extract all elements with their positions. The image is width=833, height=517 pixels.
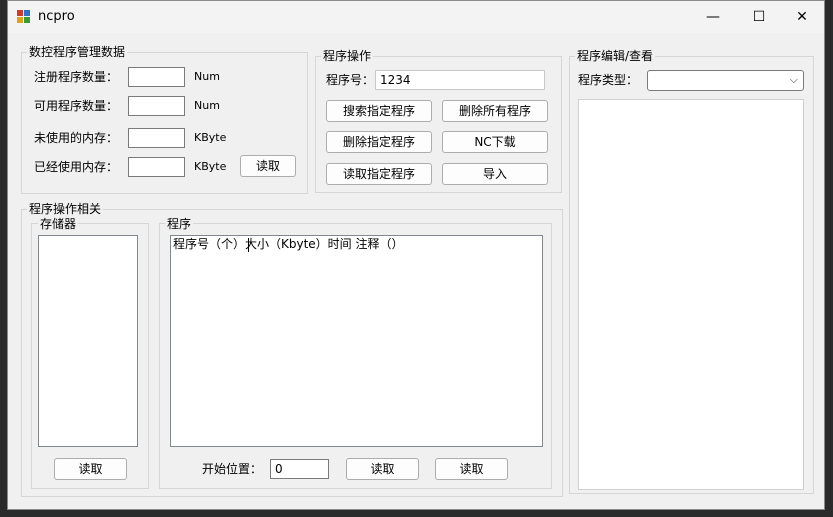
program-number-field[interactable]: 1234 — [375, 70, 545, 90]
used-memory-field[interactable] — [128, 157, 185, 177]
start-position-field[interactable]: 0 — [270, 459, 329, 479]
maximize-icon: ☐ — [752, 9, 766, 25]
program-number-label: 程序号： — [326, 73, 375, 87]
minimize-icon: — — [706, 9, 720, 25]
window-title: ncpro — [38, 9, 75, 24]
storage-group-title: 存储器 — [38, 217, 79, 231]
delete-program-button[interactable]: 删除指定程序 — [326, 131, 432, 153]
program-type-select[interactable]: ⌵ — [647, 70, 804, 91]
close-icon: ✕ — [796, 9, 808, 25]
minimize-button[interactable]: — — [690, 1, 736, 33]
program-group-title: 程序 — [165, 217, 194, 231]
app-icon — [17, 10, 31, 24]
registered-count-unit: Num — [194, 70, 220, 83]
text-cursor — [248, 238, 249, 252]
editor-group-title: 程序编辑/查看 — [575, 49, 656, 63]
search-program-button[interactable]: 搜索指定程序 — [326, 100, 432, 122]
program-list[interactable]: 程序号（个）大小（Kbyte）时间 注释（） — [170, 235, 543, 447]
program-ops-group-title: 程序操作 — [321, 49, 374, 63]
unused-memory-unit: KByte — [194, 131, 227, 144]
related-ops-group-title: 程序操作相关 — [27, 202, 104, 216]
used-memory-unit: KByte — [194, 160, 227, 173]
close-button[interactable]: ✕ — [779, 1, 825, 33]
registered-count-label: 注册程序数量： — [34, 70, 119, 84]
available-count-field[interactable] — [128, 96, 185, 116]
read-program-button[interactable]: 读取指定程序 — [326, 163, 432, 185]
program-read-button-2[interactable]: 读取 — [435, 458, 508, 480]
storage-read-button[interactable]: 读取 — [54, 458, 127, 480]
program-type-label: 程序类型： — [578, 73, 639, 87]
unused-memory-field[interactable] — [128, 128, 185, 148]
program-read-button-1[interactable]: 读取 — [346, 458, 419, 480]
nc-data-group-title: 数控程序管理数据 — [27, 45, 128, 59]
start-position-label: 开始位置： — [202, 462, 263, 476]
delete-all-programs-button[interactable]: 删除所有程序 — [442, 100, 548, 122]
main-window: ncpro — ☐ ✕ 数控程序管理数据 注册程序数量： Num 可用程序数量：… — [7, 0, 825, 510]
available-count-label: 可用程序数量： — [34, 99, 119, 113]
import-button[interactable]: 导入 — [442, 163, 548, 185]
program-list-header: 程序号（个）大小（Kbyte）时间 注释（） — [173, 237, 404, 251]
registered-count-field[interactable] — [128, 67, 185, 87]
title-bar: ncpro — ☐ ✕ — [8, 1, 824, 33]
unused-memory-label: 未使用的内存： — [34, 131, 119, 145]
used-memory-label: 已经使用内存： — [34, 160, 119, 174]
maximize-button[interactable]: ☐ — [736, 1, 782, 33]
nc-data-read-button[interactable]: 读取 — [240, 155, 296, 177]
program-editor-textarea[interactable] — [578, 99, 804, 490]
available-count-unit: Num — [194, 99, 220, 112]
storage-list[interactable] — [38, 235, 138, 447]
chevron-down-icon: ⌵ — [789, 73, 798, 86]
nc-download-button[interactable]: NC下载 — [442, 131, 548, 153]
